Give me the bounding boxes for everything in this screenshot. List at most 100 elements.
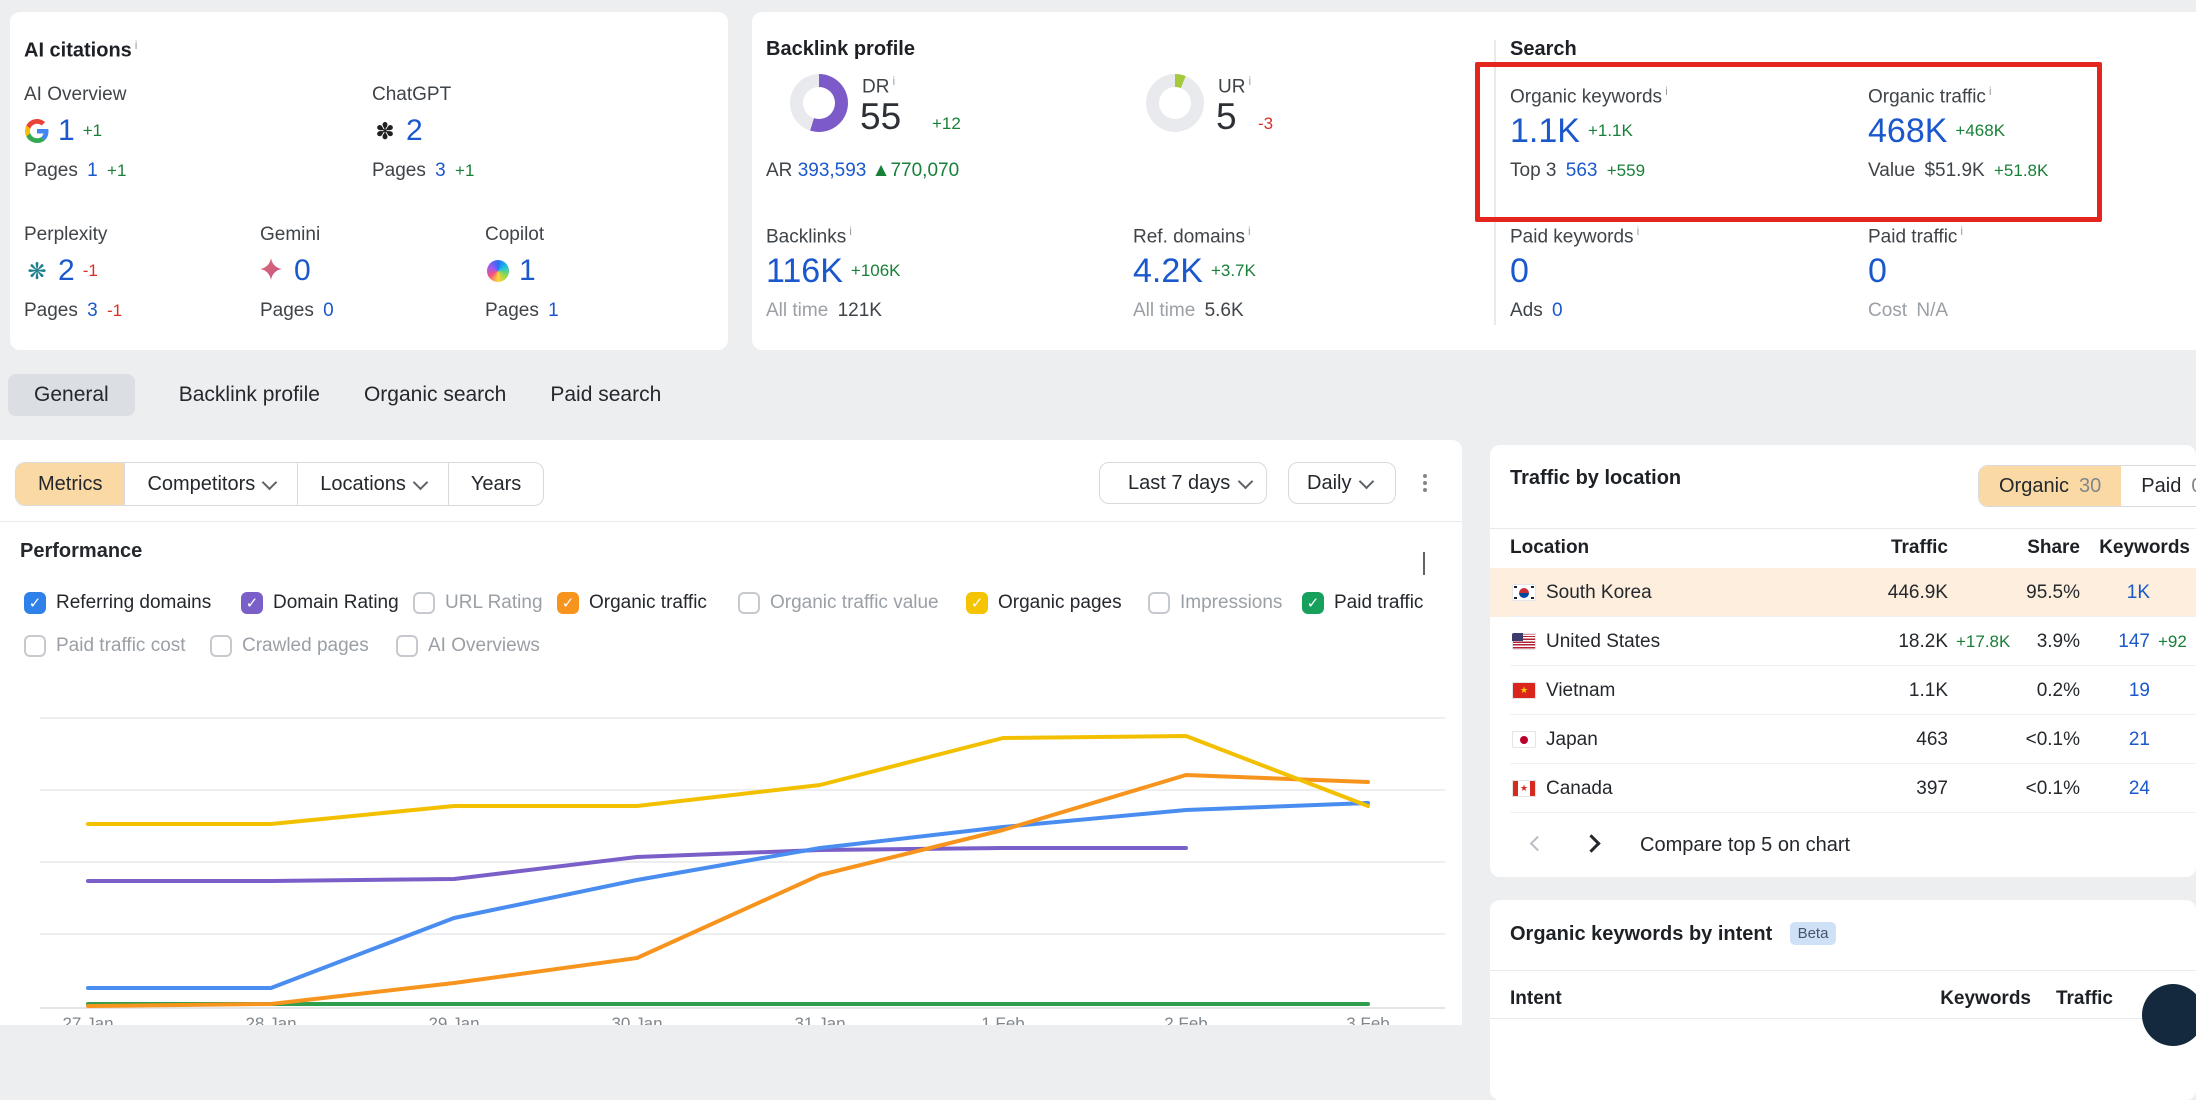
metrics-segment[interactable]: Metrics <box>16 463 125 505</box>
performance-card: Metrics Competitors Locations Years Last… <box>0 440 1462 1025</box>
keywords-link[interactable]: 1K <box>2127 568 2150 617</box>
tab-backlink-profile[interactable]: Backlink profile <box>179 383 320 407</box>
view-segmented-control: Metrics Competitors Locations Years <box>15 462 544 506</box>
ai-overview-pages[interactable]: 1 <box>87 160 98 181</box>
col-keywords[interactable]: Keywords <box>2099 528 2190 568</box>
info-icon[interactable]: i <box>1960 224 1963 238</box>
flag-united-states-icon <box>1512 633 1536 650</box>
perplexity-pages[interactable]: 3 <box>87 300 98 321</box>
col-intent[interactable]: Intent <box>1510 980 1562 1018</box>
keywords-link[interactable]: 21 <box>2129 715 2150 764</box>
intent-table-header: Intent Keywords Traffic <box>1490 980 2196 1018</box>
date-range-button[interactable]: Last 7 days <box>1099 462 1267 504</box>
backlink-profile-title: Backlink profile <box>766 38 915 61</box>
years-segment[interactable]: Years <box>449 463 543 505</box>
col-intent-keywords[interactable]: Keywords <box>1940 980 2031 1018</box>
traffic-by-location-card: Traffic by location Organic30 Paid0 Loca… <box>1490 445 2196 877</box>
info-icon[interactable]: i <box>1248 224 1251 238</box>
paid-keywords-value[interactable]: 0 <box>1510 252 1529 291</box>
keywords-link[interactable]: 147 <box>2118 617 2150 666</box>
keywords-link[interactable]: 24 <box>2129 764 2150 813</box>
traffic-by-location-title: Traffic by location <box>1510 467 1681 490</box>
gemini-count[interactable]: 0 <box>294 254 311 288</box>
tab-organic-search[interactable]: Organic search <box>364 383 506 407</box>
prev-page-button[interactable] <box>1522 830 1552 860</box>
x-tick-label: 31 Jan <box>794 1014 845 1025</box>
x-tick-label: 3 Feb <box>1346 1014 1389 1025</box>
google-logo-icon <box>24 118 50 144</box>
copilot-count[interactable]: 1 <box>519 254 536 288</box>
chevron-down-icon <box>1238 473 1254 489</box>
more-options-button[interactable] <box>1412 470 1438 496</box>
ai-overview-delta: +1 <box>83 121 102 141</box>
metric-checkbox-paid-traffic-cost[interactable]: Paid traffic cost <box>24 633 186 659</box>
location-row-vietnam[interactable]: Vietnam 1.1K 0.2% 19 <box>1490 666 2196 715</box>
toggle-organic[interactable]: Organic30 <box>1979 466 2121 506</box>
copilot-pages[interactable]: 1 <box>548 300 559 321</box>
line-series-referring-domains <box>88 803 1368 988</box>
info-icon[interactable]: i <box>1637 224 1640 238</box>
keywords-link[interactable]: 19 <box>2129 666 2150 715</box>
info-icon[interactable]: i <box>1248 74 1251 88</box>
copilot-logo-icon <box>485 258 511 284</box>
dr-label: DR <box>862 76 889 97</box>
metric-checkbox-url-rating[interactable]: URL Rating <box>413 590 543 616</box>
metric-checkbox-crawled-pages[interactable]: Crawled pages <box>210 633 369 659</box>
metric-checkbox-domain-rating[interactable]: ✓Domain Rating <box>241 590 399 616</box>
performance-line-chart[interactable] <box>0 690 1462 1025</box>
info-icon[interactable]: i <box>892 74 895 88</box>
line-series-domain-rating <box>88 848 1186 881</box>
x-tick-label: 28 Jan <box>245 1014 296 1025</box>
flag-canada-icon <box>1512 780 1536 797</box>
chevron-up-icon <box>1423 552 1425 575</box>
chevron-right-icon <box>1582 834 1600 852</box>
stat-ai-overview: AI Overview 1 +1 Pages 1 +1 <box>24 84 324 194</box>
location-row-canada[interactable]: Canada 397 <0.1% 24 <box>1490 764 2196 813</box>
col-traffic[interactable]: Traffic <box>1891 528 1948 568</box>
chatgpt-pages[interactable]: 3 <box>435 160 446 181</box>
overview-tab-bar: General Backlink profile Organic search … <box>0 350 2196 440</box>
competitors-segment[interactable]: Competitors <box>125 463 298 505</box>
x-tick-label: 1 Feb <box>981 1014 1024 1025</box>
chat-widget-button[interactable] <box>2142 984 2196 1046</box>
tab-paid-search[interactable]: Paid search <box>550 383 661 407</box>
compare-top5-link[interactable]: Compare top 5 on chart <box>1640 830 1850 860</box>
toggle-paid[interactable]: Paid0 <box>2121 466 2196 506</box>
gemini-pages[interactable]: 0 <box>323 300 334 321</box>
tab-general[interactable]: General <box>8 374 135 416</box>
metric-checkbox-referring-domains[interactable]: ✓Referring domains <box>24 590 211 616</box>
locations-segment[interactable]: Locations <box>298 463 449 505</box>
info-icon[interactable]: i <box>135 38 138 52</box>
search-title: Search <box>1510 38 1577 61</box>
granularity-button[interactable]: Daily <box>1288 462 1396 504</box>
metric-checkbox-organic-traffic-value[interactable]: Organic traffic value <box>738 590 939 616</box>
col-intent-traffic[interactable]: Traffic <box>2056 980 2113 1018</box>
metric-checkbox-impressions[interactable]: Impressions <box>1148 590 1282 616</box>
gemini-logo-icon <box>260 258 286 284</box>
location-row-south-korea[interactable]: South Korea 446.9K 95.5% 1K <box>1490 568 2196 617</box>
metric-checkbox-ai-overviews[interactable]: AI Overviews <box>396 633 540 659</box>
location-row-japan[interactable]: Japan 463 <0.1% 21 <box>1490 715 2196 764</box>
ai-overview-count[interactable]: 1 <box>58 114 75 148</box>
x-tick-label: 29 Jan <box>428 1014 479 1025</box>
dr-delta: +12 <box>932 114 961 134</box>
ads-value[interactable]: 0 <box>1552 300 1563 321</box>
metric-checkbox-organic-traffic[interactable]: ✓Organic traffic <box>557 590 707 616</box>
info-icon[interactable]: i <box>849 224 852 238</box>
col-location[interactable]: Location <box>1510 528 1589 568</box>
metric-checkbox-organic-pages[interactable]: ✓Organic pages <box>966 590 1122 616</box>
chatgpt-count[interactable]: 2 <box>406 114 423 148</box>
perplexity-count[interactable]: 2 <box>58 254 75 288</box>
ref-domains-value[interactable]: 4.2K <box>1133 252 1203 291</box>
next-page-button[interactable] <box>1576 830 1606 860</box>
cost-value: N/A <box>1916 300 1948 321</box>
metric-checkbox-paid-traffic[interactable]: ✓Paid traffic <box>1302 590 1423 616</box>
perplexity-logo-icon: ❋ <box>24 258 50 284</box>
collapse-section-button[interactable] <box>1423 552 1425 574</box>
backlinks-value[interactable]: 116K <box>766 252 843 291</box>
backlink-search-card: Backlink profile DRi 55 +12 AR 393,593 ▲… <box>752 12 2196 350</box>
col-share[interactable]: Share <box>2027 528 2080 568</box>
ar-value[interactable]: 393,593 <box>798 160 867 181</box>
paid-traffic-value[interactable]: 0 <box>1868 252 1887 291</box>
location-row-united-states[interactable]: United States 18.2K +17.8K 3.9% 147 +92 <box>1490 617 2196 666</box>
